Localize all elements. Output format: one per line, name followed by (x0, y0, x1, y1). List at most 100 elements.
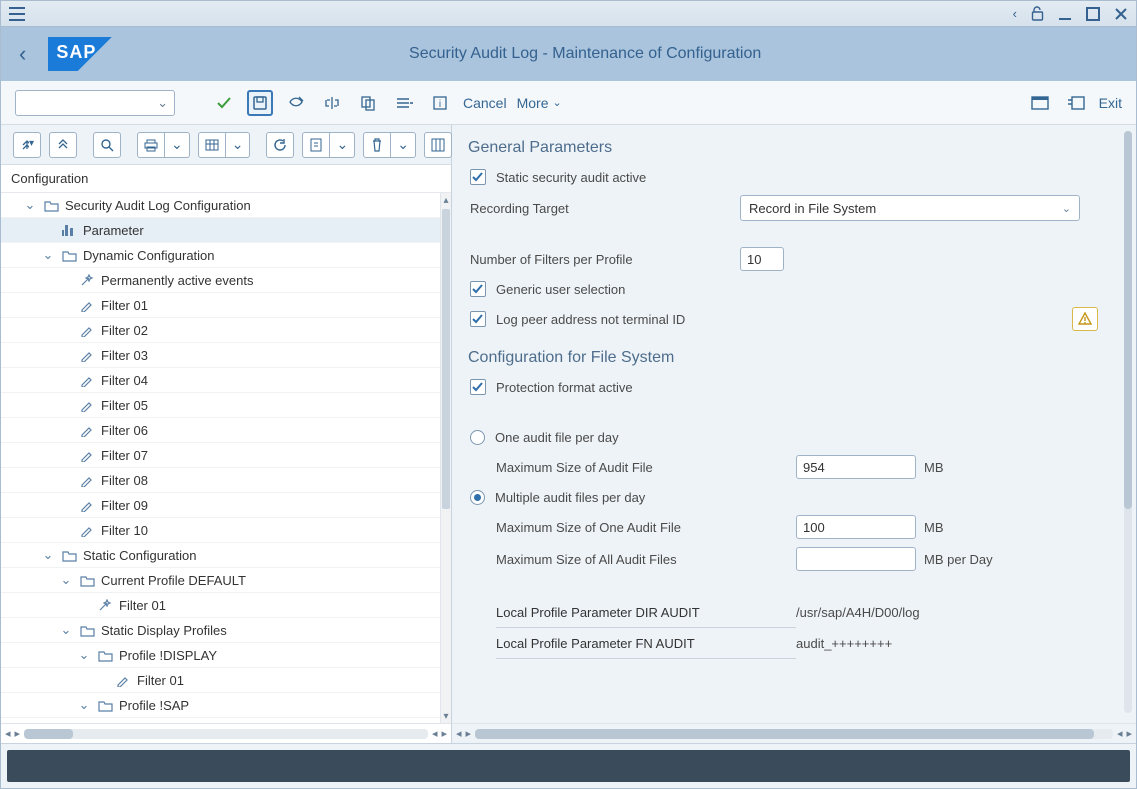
layout-table-button[interactable] (198, 132, 226, 158)
print-menu[interactable]: ⌄ (165, 132, 190, 158)
recording-target-select[interactable]: Record in File System ⌄ (740, 195, 1080, 221)
pencil-icon (79, 399, 95, 412)
delete-button[interactable] (363, 132, 391, 158)
more-label: More (517, 95, 549, 111)
max-size-input[interactable] (796, 455, 916, 479)
more-menu[interactable]: More ⌄ (517, 95, 562, 111)
status-bar (7, 750, 1130, 782)
tree-node-label: Profile !DISPLAY (119, 648, 217, 663)
new-window-button[interactable] (1027, 90, 1053, 116)
tree-node-label: Filter 09 (101, 498, 148, 513)
multi-per-day-label: Multiple audit files per day (495, 490, 645, 505)
tree-node[interactable]: ⌄Current Profile DEFAULT (1, 568, 451, 593)
max-one-input[interactable] (796, 515, 916, 539)
tree-node[interactable]: Parameter (1, 218, 451, 243)
folder-icon (79, 574, 95, 587)
static-audit-active-checkbox[interactable] (470, 169, 486, 185)
lock-open-icon[interactable] (1031, 6, 1044, 21)
minimize-icon[interactable] (1058, 7, 1072, 21)
collapse-all-button[interactable] (49, 132, 77, 158)
tree-node[interactable]: Filter 04 (1, 368, 451, 393)
tree-twisty[interactable]: ⌄ (77, 697, 91, 713)
tree-node[interactable]: ⌄Profile !SAP (1, 693, 451, 718)
tree-node-label: Permanently active events (101, 273, 253, 288)
fn-audit-value: audit_++++++++ (796, 636, 892, 651)
create-button[interactable] (302, 132, 330, 158)
folder-icon (79, 624, 95, 637)
print-button[interactable] (137, 132, 165, 158)
tree-twisty[interactable]: ⌄ (77, 647, 91, 663)
chevron-left-small-icon[interactable]: ‹ (1013, 6, 1017, 21)
one-per-day-radio[interactable] (470, 430, 485, 445)
tree-node[interactable]: Filter 01 (1, 293, 451, 318)
pencil-icon (79, 374, 95, 387)
tree-node[interactable]: Permanently active events (1, 268, 451, 293)
tree-node-label: Filter 01 (101, 298, 148, 313)
wand-icon (79, 274, 95, 287)
tree-twisty[interactable]: ⌄ (41, 547, 55, 563)
tree-node[interactable]: Filter 02 (1, 318, 451, 343)
tree-node[interactable]: Filter 09 (1, 493, 451, 518)
log-peer-checkbox[interactable] (470, 311, 486, 327)
display-change-button[interactable] (283, 90, 309, 116)
tree-node[interactable]: ⌄Dynamic Configuration (1, 243, 451, 268)
delete-menu[interactable]: ⌄ (391, 132, 416, 158)
tree-node[interactable]: Filter 07 (1, 443, 451, 468)
form-scrollbar[interactable] (1124, 131, 1132, 713)
section-general-title: General Parameters (452, 125, 1136, 163)
layout-table-menu[interactable]: ⌄ (226, 132, 251, 158)
recording-target-value: Record in File System (749, 201, 876, 216)
generic-user-checkbox[interactable] (470, 281, 486, 297)
find-button[interactable] (93, 132, 121, 158)
accept-button[interactable] (211, 90, 237, 116)
tree-node[interactable]: Filter 06 (1, 418, 451, 443)
dir-audit-value: /usr/sap/A4H/D00/log (796, 605, 920, 620)
config-tree[interactable]: ⌄Security Audit Log Configuration Paramet… (1, 193, 451, 718)
refresh-button[interactable] (266, 132, 294, 158)
tree-node[interactable]: Filter 10 (1, 518, 451, 543)
tree-twisty[interactable]: ⌄ (41, 247, 55, 263)
tree-twisty[interactable]: ⌄ (59, 622, 73, 638)
max-all-input[interactable] (796, 547, 916, 571)
cancel-button[interactable]: Cancel (463, 95, 507, 111)
compare-button[interactable] (319, 90, 345, 116)
hamburger-icon[interactable] (9, 7, 25, 21)
recording-target-label: Recording Target (470, 201, 740, 216)
copy-button[interactable] (355, 90, 381, 116)
tree-node-label: Filter 01 (119, 598, 166, 613)
transaction-code-input[interactable]: ⌄ (15, 90, 175, 116)
tree-node[interactable]: ⌄Security Audit Log Configuration (1, 193, 451, 218)
expand-all-button[interactable]: ▾ (13, 132, 41, 158)
maximize-icon[interactable] (1086, 7, 1100, 21)
tree-scrollbar[interactable]: ▴ ▾ (440, 193, 451, 723)
tree-node[interactable]: Filter 08 (1, 468, 451, 493)
num-filters-input[interactable] (740, 247, 784, 271)
warning-icon[interactable] (1072, 307, 1098, 331)
tree-header: Configuration (1, 165, 451, 193)
pencil-icon (79, 524, 95, 537)
create-menu[interactable]: ⌄ (330, 132, 355, 158)
back-button[interactable]: ‹ (19, 41, 26, 67)
tree-node[interactable]: Filter 01 (1, 593, 451, 618)
exit-button[interactable]: Exit (1099, 95, 1122, 111)
form-hscroll[interactable]: ◂▸ ◂▸ (452, 723, 1136, 743)
protection-checkbox[interactable] (470, 379, 486, 395)
close-icon[interactable] (1114, 7, 1128, 21)
tree-node[interactable]: Filter 05 (1, 393, 451, 418)
tree-node-label: Parameter (83, 223, 144, 238)
tree-hscroll[interactable]: ◂▸ ◂▸ (1, 723, 451, 743)
tree-node[interactable]: ⌄Static Configuration (1, 543, 451, 568)
tree-twisty[interactable]: ⌄ (23, 197, 37, 213)
save-button[interactable] (247, 90, 273, 116)
multi-per-day-radio[interactable] (470, 490, 485, 505)
info-button[interactable]: i (427, 90, 453, 116)
tree-twisty[interactable]: ⌄ (59, 572, 73, 588)
distribute-button[interactable] (391, 90, 417, 116)
tree-node[interactable]: Filter 03 (1, 343, 451, 368)
tree-node[interactable]: ⌄Static Display Profiles (1, 618, 451, 643)
layout-button[interactable] (1063, 90, 1089, 116)
tree-node-label: Filter 05 (101, 398, 148, 413)
column-config-button[interactable] (424, 132, 452, 158)
tree-node[interactable]: Filter 01 (1, 668, 451, 693)
tree-node[interactable]: ⌄ Profile !DISPLAY (1, 643, 451, 668)
